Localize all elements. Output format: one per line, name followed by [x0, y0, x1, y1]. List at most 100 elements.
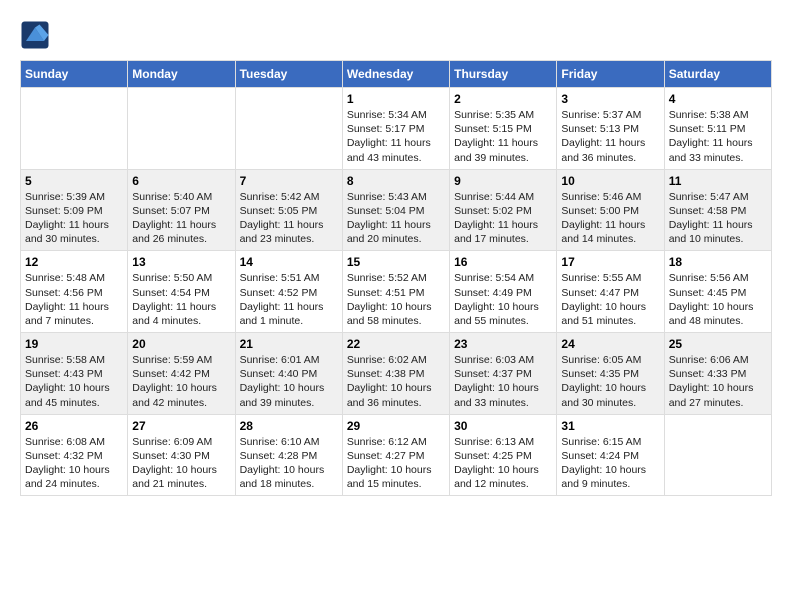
cell-content: Sunset: 4:37 PM — [454, 367, 552, 381]
cell-content: Sunrise: 5:59 AM — [132, 353, 230, 367]
cell-content: Sunrise: 5:37 AM — [561, 108, 659, 122]
cell-content: Daylight: 10 hours and 51 minutes. — [561, 300, 659, 328]
calendar-cell: 23Sunrise: 6:03 AMSunset: 4:37 PMDayligh… — [450, 333, 557, 415]
cell-content: Sunset: 4:43 PM — [25, 367, 123, 381]
cell-content: Sunrise: 5:35 AM — [454, 108, 552, 122]
calendar-cell: 1Sunrise: 5:34 AMSunset: 5:17 PMDaylight… — [342, 88, 449, 170]
day-number: 31 — [561, 419, 659, 433]
cell-content: Sunrise: 5:52 AM — [347, 271, 445, 285]
cell-content: Daylight: 11 hours and 17 minutes. — [454, 218, 552, 246]
cell-content: Daylight: 11 hours and 10 minutes. — [669, 218, 767, 246]
day-number: 17 — [561, 255, 659, 269]
cell-content: Sunset: 5:13 PM — [561, 122, 659, 136]
calendar-cell: 16Sunrise: 5:54 AMSunset: 4:49 PMDayligh… — [450, 251, 557, 333]
cell-content: Sunset: 4:30 PM — [132, 449, 230, 463]
calendar-cell: 25Sunrise: 6:06 AMSunset: 4:33 PMDayligh… — [664, 333, 771, 415]
cell-content: Sunset: 5:17 PM — [347, 122, 445, 136]
cell-content: Daylight: 10 hours and 24 minutes. — [25, 463, 123, 491]
cell-content: Daylight: 11 hours and 7 minutes. — [25, 300, 123, 328]
cell-content: Daylight: 11 hours and 30 minutes. — [25, 218, 123, 246]
cell-content: Sunrise: 5:56 AM — [669, 271, 767, 285]
logo — [20, 20, 52, 50]
cell-content: Sunrise: 6:13 AM — [454, 435, 552, 449]
day-number: 30 — [454, 419, 552, 433]
calendar-cell — [21, 88, 128, 170]
cell-content: Daylight: 11 hours and 20 minutes. — [347, 218, 445, 246]
cell-content: Sunrise: 5:54 AM — [454, 271, 552, 285]
day-number: 27 — [132, 419, 230, 433]
cell-content: Sunrise: 6:02 AM — [347, 353, 445, 367]
header-row: SundayMondayTuesdayWednesdayThursdayFrid… — [21, 61, 772, 88]
week-row-5: 26Sunrise: 6:08 AMSunset: 4:32 PMDayligh… — [21, 414, 772, 496]
cell-content: Sunrise: 5:43 AM — [347, 190, 445, 204]
cell-content: Sunset: 4:49 PM — [454, 286, 552, 300]
calendar-cell: 30 Sunrise: 6:13 AMSunset: 4:25 PMDayligh… — [450, 414, 557, 496]
calendar-cell: 20Sunrise: 5:59 AMSunset: 4:42 PMDayligh… — [128, 333, 235, 415]
day-number: 11 — [669, 174, 767, 188]
cell-content: Sunset: 4:25 PM — [454, 449, 552, 463]
day-number: 14 — [240, 255, 338, 269]
cell-content: Sunrise: 5:47 AM — [669, 190, 767, 204]
day-number: 9 — [454, 174, 552, 188]
cell-content: Sunset: 4:54 PM — [132, 286, 230, 300]
cell-content: Sunset: 5:15 PM — [454, 122, 552, 136]
calendar-cell: 7Sunrise: 5:42 AMSunset: 5:05 PMDaylight… — [235, 169, 342, 251]
cell-content: Sunrise: 5:46 AM — [561, 190, 659, 204]
cell-content: Daylight: 10 hours and 45 minutes. — [25, 381, 123, 409]
day-number: 25 — [669, 337, 767, 351]
calendar-cell: 4Sunrise: 5:38 AMSunset: 5:11 PMDaylight… — [664, 88, 771, 170]
calendar-table: SundayMondayTuesdayWednesdayThursdayFrid… — [20, 60, 772, 496]
day-number: 6 — [132, 174, 230, 188]
cell-content: Daylight: 10 hours and 9 minutes. — [561, 463, 659, 491]
cell-content: Daylight: 10 hours and 21 minutes. — [132, 463, 230, 491]
cell-content: Daylight: 10 hours and 27 minutes. — [669, 381, 767, 409]
day-number: 23 — [454, 337, 552, 351]
cell-content: Sunset: 5:05 PM — [240, 204, 338, 218]
calendar-cell: 8Sunrise: 5:43 AMSunset: 5:04 PMDaylight… — [342, 169, 449, 251]
calendar-cell: 31Sunrise: 6:15 AMSunset: 4:24 PMDayligh… — [557, 414, 664, 496]
cell-content: Sunset: 5:09 PM — [25, 204, 123, 218]
day-header-wednesday: Wednesday — [342, 61, 449, 88]
cell-content: Sunrise: 5:50 AM — [132, 271, 230, 285]
cell-content: Daylight: 10 hours and 39 minutes. — [240, 381, 338, 409]
cell-content: Sunset: 4:38 PM — [347, 367, 445, 381]
cell-content: Daylight: 11 hours and 43 minutes. — [347, 136, 445, 164]
cell-content: Daylight: 10 hours and 15 minutes. — [347, 463, 445, 491]
cell-content: Daylight: 10 hours and 12 minutes. — [454, 463, 552, 491]
cell-content: Sunrise: 5:42 AM — [240, 190, 338, 204]
calendar-cell: 28Sunrise: 6:10 AMSunset: 4:28 PMDayligh… — [235, 414, 342, 496]
calendar-cell — [664, 414, 771, 496]
day-number: 12 — [25, 255, 123, 269]
cell-content: Sunset: 4:42 PM — [132, 367, 230, 381]
day-number: 7 — [240, 174, 338, 188]
day-header-monday: Monday — [128, 61, 235, 88]
cell-content: Sunrise: 5:39 AM — [25, 190, 123, 204]
cell-content: Daylight: 10 hours and 55 minutes. — [454, 300, 552, 328]
cell-content: Daylight: 10 hours and 36 minutes. — [347, 381, 445, 409]
cell-content: Daylight: 11 hours and 39 minutes. — [454, 136, 552, 164]
cell-content: Sunset: 5:00 PM — [561, 204, 659, 218]
day-number: 1 — [347, 92, 445, 106]
cell-content: Sunrise: 6:03 AM — [454, 353, 552, 367]
cell-content: Sunset: 4:32 PM — [25, 449, 123, 463]
cell-content: Sunset: 4:28 PM — [240, 449, 338, 463]
calendar-cell: 6Sunrise: 5:40 AMSunset: 5:07 PMDaylight… — [128, 169, 235, 251]
cell-content: Daylight: 11 hours and 1 minute. — [240, 300, 338, 328]
cell-content: Sunset: 4:45 PM — [669, 286, 767, 300]
week-row-2: 5Sunrise: 5:39 AMSunset: 5:09 PMDaylight… — [21, 169, 772, 251]
calendar-cell: 10Sunrise: 5:46 AMSunset: 5:00 PMDayligh… — [557, 169, 664, 251]
cell-content: Sunset: 4:52 PM — [240, 286, 338, 300]
calendar-cell — [128, 88, 235, 170]
calendar-cell: 22Sunrise: 6:02 AMSunset: 4:38 PMDayligh… — [342, 333, 449, 415]
cell-content: Sunset: 5:04 PM — [347, 204, 445, 218]
calendar-cell: 27 Sunrise: 6:09 AMSunset: 4:30 PMDayligh… — [128, 414, 235, 496]
calendar-cell — [235, 88, 342, 170]
cell-content: Sunrise: 6:09 AM — [132, 435, 230, 449]
cell-content: Sunset: 4:58 PM — [669, 204, 767, 218]
cell-content: Daylight: 10 hours and 58 minutes. — [347, 300, 445, 328]
cell-content: Sunset: 5:11 PM — [669, 122, 767, 136]
cell-content: Daylight: 10 hours and 30 minutes. — [561, 381, 659, 409]
day-header-friday: Friday — [557, 61, 664, 88]
day-number: 18 — [669, 255, 767, 269]
day-number: 29 — [347, 419, 445, 433]
